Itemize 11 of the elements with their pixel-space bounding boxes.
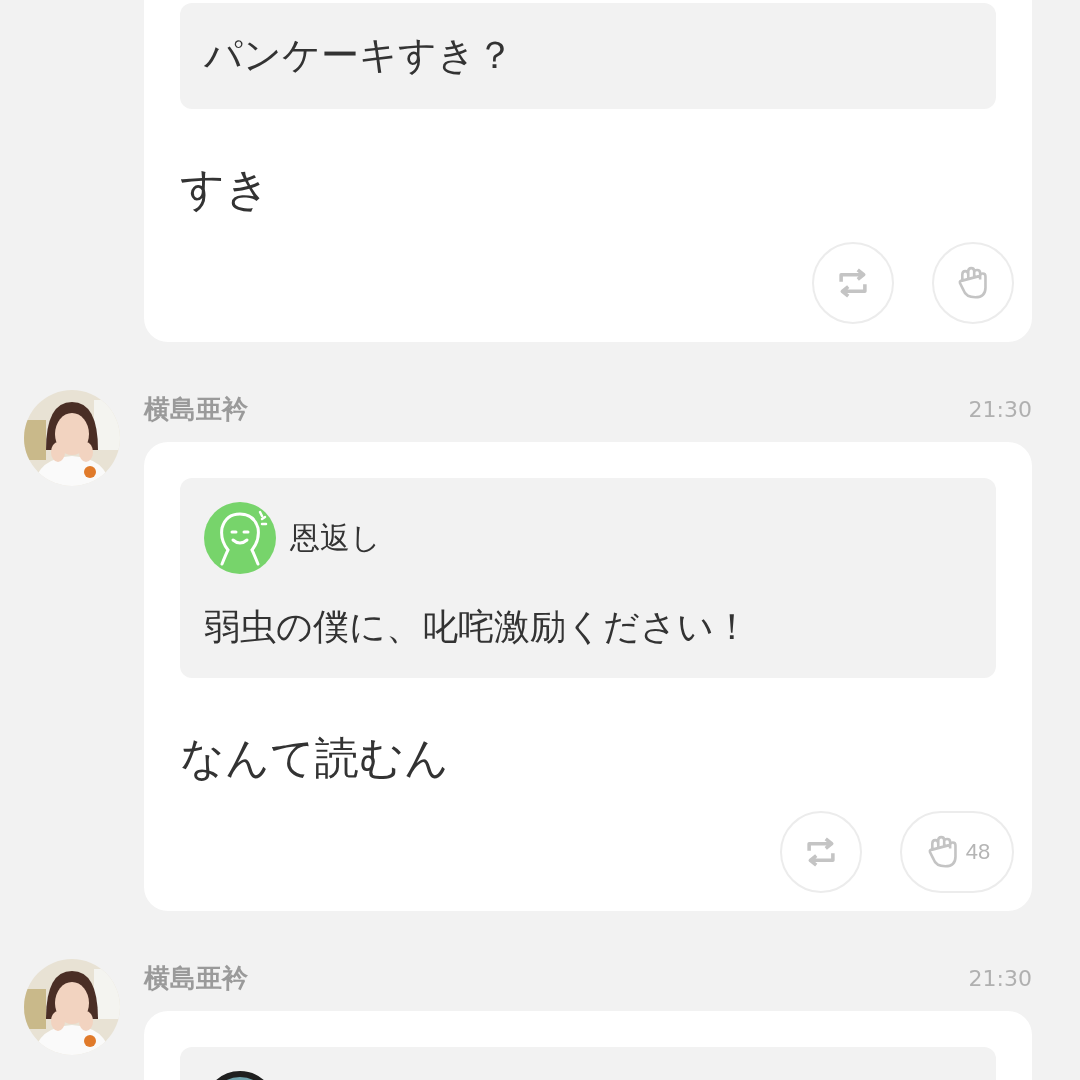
question-text: パンケーキすき？: [204, 32, 515, 79]
author-name: 横島亜衿: [144, 961, 248, 995]
answer-text: なんて読むん: [180, 731, 450, 785]
smiling-figure-icon: [204, 502, 276, 574]
post-time: 21:30: [968, 396, 1032, 422]
answer-text: すき: [180, 162, 271, 216]
clap-button[interactable]: 48: [900, 811, 1014, 893]
question-text: 弱虫の僕に、叱咤激励ください！: [204, 605, 751, 649]
post-time: 21:30: [968, 965, 1032, 991]
author-name: 横島亜衿: [144, 392, 248, 426]
asker-name: 恩返し: [290, 518, 381, 557]
